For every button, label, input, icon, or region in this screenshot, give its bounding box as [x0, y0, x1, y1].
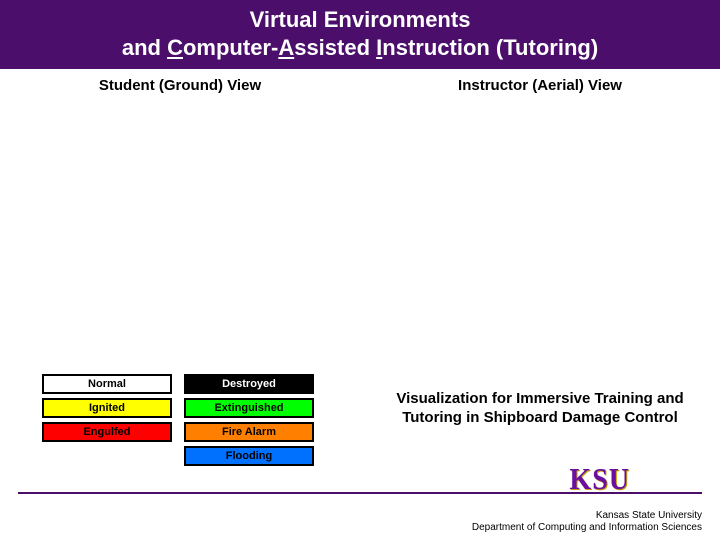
title-line2-b: omputer-	[183, 35, 278, 60]
summary-text: Visualization for Immersive Training and…	[370, 390, 710, 428]
title-underline-c: C	[167, 35, 183, 60]
footer-text: Kansas State University Department of Co…	[472, 510, 702, 534]
legend-destroyed: Destroyed	[184, 374, 314, 394]
subtitle-right: Instructor (Aerial) View	[360, 77, 720, 94]
footer-line2: Department of Computing and Information …	[472, 522, 702, 534]
subtitle-left: Student (Ground) View	[0, 77, 360, 94]
status-legend: Normal Destroyed Ignited Extinguished En…	[30, 370, 326, 470]
title-line1: Virtual Environments	[250, 7, 471, 32]
legend-normal: Normal	[42, 374, 172, 394]
title-line2-c: ssisted	[294, 35, 376, 60]
legend-ignited: Ignited	[42, 398, 172, 418]
title-line2-d: nstruction (Tutoring)	[382, 35, 598, 60]
legend-row: Ignited Extinguished	[42, 398, 314, 418]
legend-empty	[42, 446, 172, 466]
slide-title: Virtual Environments and Computer-Assist…	[0, 0, 720, 69]
title-underline-a: A	[278, 35, 294, 60]
footer-line1: Kansas State University	[472, 510, 702, 522]
subtitle-row: Student (Ground) View Instructor (Aerial…	[0, 69, 720, 94]
title-line2-a: and	[122, 35, 167, 60]
legend-engulfed: Engulfed	[42, 422, 172, 442]
legend-row: Flooding	[42, 446, 314, 466]
legend-row: Engulfed Fire Alarm	[42, 422, 314, 442]
legend-flooding: Flooding	[184, 446, 314, 466]
legend-row: Normal Destroyed	[42, 374, 314, 394]
legend-extinguished: Extinguished	[184, 398, 314, 418]
legend-fire-alarm: Fire Alarm	[184, 422, 314, 442]
ksu-logo: KSU	[569, 462, 630, 497]
